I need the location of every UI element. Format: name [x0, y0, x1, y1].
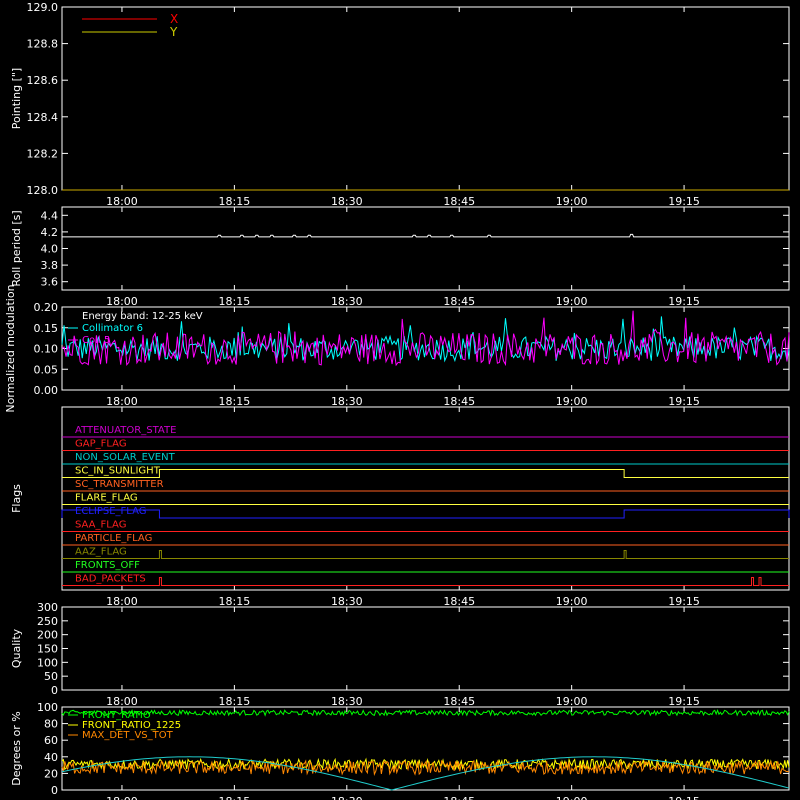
- x-tick-label: 18:00: [106, 695, 138, 708]
- x-tick-label: 18:00: [106, 795, 138, 800]
- y-tick-label: 128.6: [27, 74, 59, 87]
- flag-label: ECLIPSE_FLAG: [75, 506, 146, 517]
- y-tick-label: 0.15: [34, 322, 59, 335]
- y-axis-title-group: Normalized modulation: [4, 284, 17, 412]
- x-tick-label: 19:00: [556, 395, 588, 408]
- x-tick-label: 19:15: [668, 795, 700, 800]
- y-tick-label: 128.2: [27, 147, 59, 160]
- legend-label: Coll 5: [82, 335, 110, 346]
- y-tick-label: 129.0: [27, 1, 59, 14]
- x-tick-label: 19:15: [668, 595, 700, 608]
- x-tick-label: 18:30: [331, 195, 363, 208]
- legend-label: MAX_DET_VS_TOT: [82, 730, 174, 741]
- flag-label: SC_IN_SUNLIGHT: [75, 466, 161, 477]
- y-tick-label: 300: [37, 601, 58, 614]
- y-tick-label: 3.8: [41, 259, 59, 272]
- flag-label: PARTICLE_FLAG: [75, 533, 152, 544]
- y-tick-label: 40: [44, 751, 58, 764]
- x-tick-label: 18:15: [219, 595, 251, 608]
- y-tick-label: 128.8: [27, 38, 59, 51]
- x-tick-label: 19:15: [668, 395, 700, 408]
- energy-band-label: Energy band: 12-25 keV: [82, 311, 203, 322]
- y-tick-label: 0: [51, 684, 58, 697]
- y-tick-label: 4.4: [41, 209, 59, 222]
- x-tick-label: 18:30: [331, 595, 363, 608]
- x-tick-label: 18:00: [106, 295, 138, 308]
- y-tick-label: 128.0: [27, 184, 59, 197]
- hessi-observing-summary: 18:00 18:15 18:30 18:45 19:00 19:15 128.0 128.2…: [0, 0, 800, 800]
- x-tick-label: 19:00: [556, 195, 588, 208]
- x-tick-label: 18:00: [106, 195, 138, 208]
- y-tick-label: 0.05: [34, 363, 59, 376]
- x-tick-label: 18:15: [219, 295, 251, 308]
- y-axis-title: Roll period [s]: [10, 210, 23, 286]
- flag-label: NON_SOLAR_EVENT: [75, 452, 176, 463]
- y-tick-label: 20: [44, 767, 58, 780]
- x-tick-label: 18:00: [106, 395, 138, 408]
- x-tick-label: 18:45: [443, 595, 475, 608]
- flag-label: ATTENUATOR_STATE: [75, 425, 176, 436]
- x-tick-label: 19:15: [668, 695, 700, 708]
- y-tick-label: 200: [37, 629, 58, 642]
- flag-label: FLARE_FLAG: [75, 493, 138, 504]
- x-tick-label: 18:30: [331, 295, 363, 308]
- y-tick-label: 80: [44, 718, 58, 731]
- y-tick-label: 60: [44, 734, 58, 747]
- legend-label: X: [170, 12, 178, 26]
- x-tick-label: 19:00: [556, 795, 588, 800]
- flag-label: SAA_FLAG: [75, 520, 126, 531]
- legend-label: Collimator 6: [82, 323, 143, 334]
- y-axis-title: Pointing ["]: [10, 68, 23, 129]
- flag-label: BAD_PACKETS: [75, 574, 146, 585]
- x-tick-label: 19:00: [556, 295, 588, 308]
- y-tick-label: 3.6: [41, 276, 59, 289]
- x-tick-label: 18:45: [443, 695, 475, 708]
- y-tick-label: 0.20: [34, 301, 59, 314]
- y-axis-title: Quality: [10, 628, 23, 668]
- y-tick-label: 100: [37, 701, 58, 714]
- y-tick-label: 50: [44, 670, 58, 683]
- x-tick-label: 18:00: [106, 595, 138, 608]
- x-tick-label: 18:45: [443, 395, 475, 408]
- y-tick-label: 150: [37, 643, 58, 656]
- x-tick-label: 18:30: [331, 695, 363, 708]
- flag-label: AAZ_FLAG: [75, 547, 127, 558]
- y-tick-label: 0.10: [34, 343, 59, 356]
- x-tick-label: 18:30: [331, 795, 363, 800]
- x-tick-label: 18:30: [331, 395, 363, 408]
- flag-label: FRONTS_OFF: [75, 560, 140, 571]
- x-tick-label: 19:00: [556, 595, 588, 608]
- legend-label: Y: [169, 25, 178, 39]
- y-tick-label: 0.00: [34, 384, 59, 397]
- x-tick-label: 18:15: [219, 395, 251, 408]
- y-tick-label: 4.0: [41, 243, 59, 256]
- x-tick-label: 18:45: [443, 795, 475, 800]
- x-tick-label: 19:00: [556, 695, 588, 708]
- flag-label: GAP_FLAG: [75, 439, 127, 450]
- y-tick-label: 100: [37, 656, 58, 669]
- y-tick-label: 250: [37, 615, 58, 628]
- y-axis-title: Normalized modulation: [4, 284, 17, 412]
- y-tick-label: 4.2: [41, 226, 59, 239]
- x-tick-label: 18:45: [443, 195, 475, 208]
- y-tick-label: 0: [51, 784, 58, 797]
- x-tick-label: 18:15: [219, 195, 251, 208]
- x-tick-label: 18:45: [443, 295, 475, 308]
- x-tick-label: 18:15: [219, 695, 251, 708]
- y-axis-title: Flags: [10, 484, 23, 513]
- x-tick-label: 19:15: [668, 195, 700, 208]
- flag-label: SC_TRANSMITTER: [75, 479, 164, 490]
- y-tick-label: 128.4: [27, 111, 59, 124]
- y-axis-title: Degrees or %: [10, 711, 23, 785]
- x-tick-label: 19:15: [668, 295, 700, 308]
- x-tick-label: 18:15: [219, 795, 251, 800]
